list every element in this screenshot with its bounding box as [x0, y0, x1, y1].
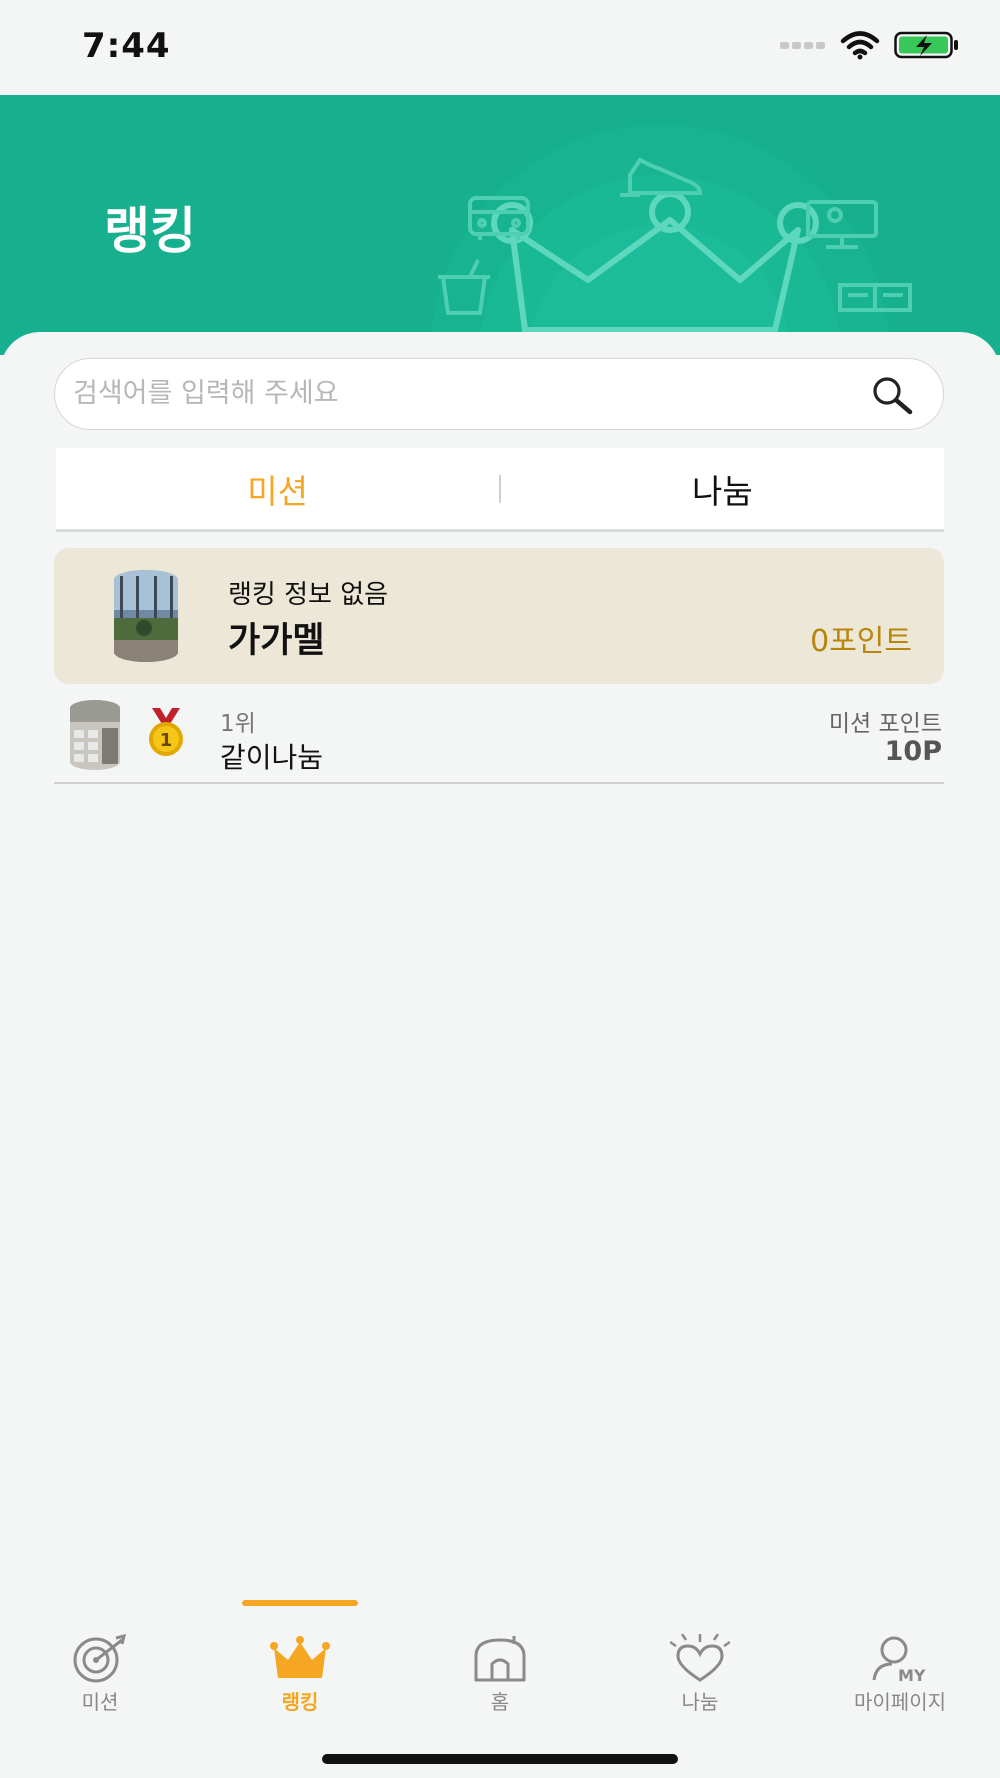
nav-mission[interactable]: 미션 — [0, 1600, 200, 1714]
svg-text:MY: MY — [898, 1666, 926, 1684]
status-time: 7:44 — [82, 26, 171, 66]
search-box[interactable] — [54, 358, 944, 430]
nav-sharing-label: 나눔 — [681, 1690, 719, 1714]
battery-charging-icon — [894, 31, 958, 59]
nav-sharing[interactable]: 나눔 — [600, 1600, 800, 1714]
wifi-icon — [840, 31, 880, 60]
heart-icon — [670, 1634, 730, 1682]
home-icon — [474, 1636, 526, 1682]
row-rank: 1위 — [220, 711, 256, 737]
row-nickname: 같이나눔 — [220, 741, 324, 774]
gold-medal-icon: 1 — [149, 708, 183, 756]
home-indicator — [322, 1754, 678, 1764]
row-points: 10P — [884, 736, 942, 767]
header-illustration-icon — [430, 125, 912, 355]
status-icons — [780, 30, 960, 60]
svg-text:1: 1 — [160, 730, 173, 751]
ranking-tabs: 미션 나눔 — [56, 448, 944, 532]
tab-mission[interactable]: 미션 — [56, 465, 499, 513]
my-rank-status: 랭킹 정보 없음 — [228, 580, 389, 610]
row-points-label: 미션 포인트 — [828, 711, 942, 737]
nav-mypage-label: 마이페이지 — [854, 1690, 946, 1714]
search-input[interactable] — [73, 359, 853, 428]
table-row[interactable]: 1 1위 같이나눔 미션 포인트 10P — [54, 694, 944, 784]
my-points: 0포인트 — [810, 624, 912, 659]
cellular-signal-icon — [780, 42, 825, 49]
nav-mission-label: 미션 — [81, 1690, 119, 1714]
my-person-icon: MY — [872, 1636, 926, 1684]
nav-mypage[interactable]: MY 마이페이지 — [800, 1600, 1000, 1714]
search-icon[interactable] — [871, 375, 913, 415]
target-icon — [73, 1634, 127, 1683]
avatar — [70, 700, 120, 770]
bottom-tab-bar: 미션 랭킹 홈 나눔 MY 마이페이지 — [0, 1600, 1000, 1778]
nav-ranking[interactable]: 랭킹 — [200, 1600, 400, 1714]
my-ranking-card[interactable]: 랭킹 정보 없음 가가멜 0포인트 — [54, 548, 944, 684]
nav-home-label: 홈 — [490, 1690, 510, 1714]
status-bar: 7:44 — [0, 0, 1000, 95]
page-title: 랭킹 — [104, 202, 196, 260]
my-nickname: 가가멜 — [228, 621, 325, 661]
nav-ranking-label: 랭킹 — [281, 1690, 319, 1714]
crown-icon — [270, 1636, 330, 1678]
ranking-header: 랭킹 — [0, 95, 1000, 355]
tab-sharing[interactable]: 나눔 — [501, 465, 944, 513]
avatar — [114, 570, 178, 662]
nav-home[interactable]: 홈 — [400, 1600, 600, 1714]
